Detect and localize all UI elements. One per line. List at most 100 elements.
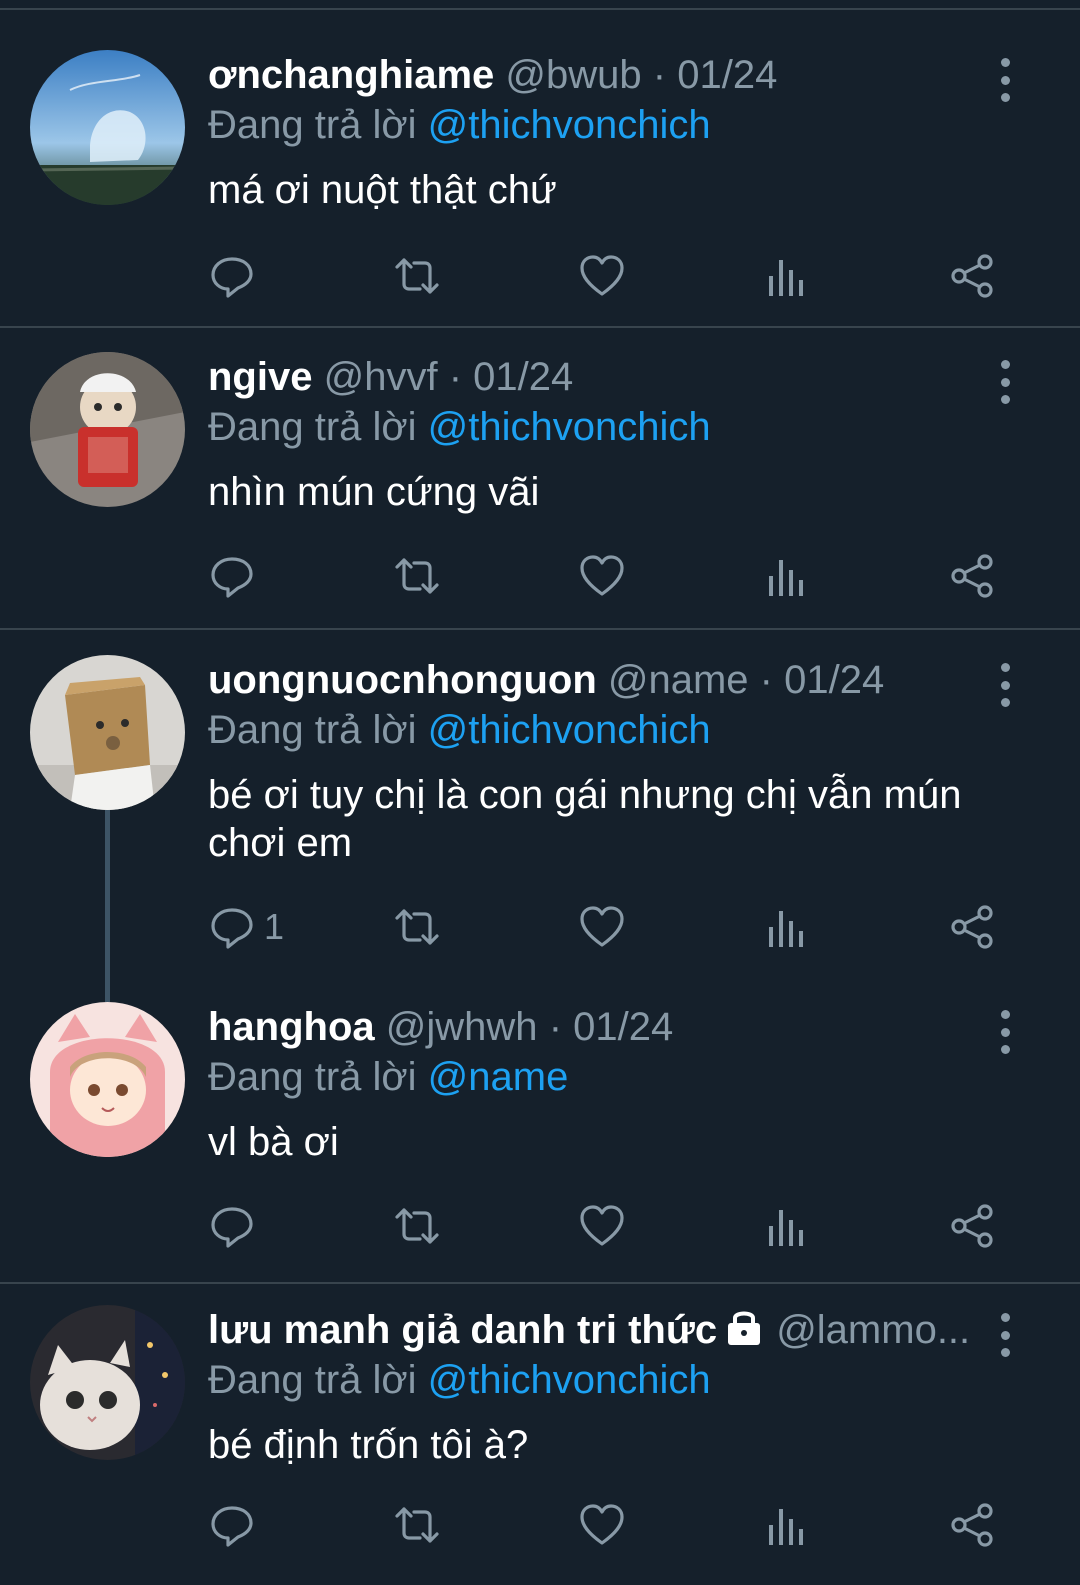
username[interactable]: @bwub <box>505 53 641 97</box>
reply-button[interactable] <box>208 1200 264 1252</box>
analytics-button[interactable] <box>763 901 811 953</box>
separator-dot: · <box>448 355 463 399</box>
share-button[interactable] <box>948 550 996 602</box>
display-name[interactable]: ngive <box>208 355 312 399</box>
share-button[interactable] <box>948 250 996 302</box>
retweet-button[interactable] <box>393 1499 441 1551</box>
reply-button[interactable] <box>208 550 264 602</box>
tweet-header: ngive @hvvf · 01/24 <box>208 352 1008 402</box>
separator-dot: · <box>548 1005 563 1049</box>
share-button[interactable] <box>948 1499 996 1551</box>
avatar[interactable] <box>30 50 185 205</box>
share-button[interactable] <box>948 1200 996 1252</box>
replying-to: Đang trả lời @thichvonchich <box>208 402 1008 452</box>
replying-to: Đang trả lời @name <box>208 1052 1008 1102</box>
share-icon <box>948 552 996 600</box>
replying-to-label: Đang trả lời <box>208 1055 417 1099</box>
display-name[interactable]: hanghoa <box>208 1005 375 1049</box>
username[interactable]: @hvvf <box>324 355 438 399</box>
heart-icon <box>578 552 626 600</box>
display-name[interactable]: uongnuocnhonguon <box>208 658 597 702</box>
tweet-text: vl bà ơi <box>208 1120 339 1164</box>
tweet-date[interactable]: 01/24 <box>677 53 777 97</box>
reply-icon <box>208 1202 256 1250</box>
avatar[interactable] <box>30 352 185 507</box>
avatar[interactable] <box>30 1002 185 1157</box>
retweet-icon <box>393 903 441 951</box>
analytics-button[interactable] <box>763 550 811 602</box>
mention-link[interactable]: @thichvonchich <box>428 708 711 752</box>
share-icon <box>948 903 996 951</box>
mention-link[interactable]: @name <box>428 1055 569 1099</box>
separator-dot: · <box>652 53 667 97</box>
retweet-icon <box>393 552 441 600</box>
retweet-icon <box>393 1202 441 1250</box>
analytics-button[interactable] <box>763 1200 811 1252</box>
replying-to-label: Đang trả lời <box>208 708 417 752</box>
tweet-date[interactable]: 01/24 <box>473 355 573 399</box>
tweet-divider <box>0 628 1080 630</box>
heart-icon <box>578 1202 626 1250</box>
analytics-icon <box>763 552 811 600</box>
reply-button[interactable] <box>208 1499 264 1551</box>
analytics-icon <box>763 1501 811 1549</box>
tweet-divider <box>0 326 1080 328</box>
separator-dot: · <box>759 658 773 702</box>
share-button[interactable] <box>948 901 996 953</box>
more-vertical-icon[interactable] <box>990 1313 1020 1357</box>
like-button[interactable] <box>578 1499 626 1551</box>
username[interactable]: @name <box>608 658 749 702</box>
mention-link[interactable]: @thichvonchich <box>428 405 711 449</box>
tweet-text: bé ơi tuy chị là con gái nhưng chị vẫn m… <box>208 773 962 865</box>
tweet-header: ơnchanghiame @bwub · 01/24 <box>208 50 1008 100</box>
more-vertical-icon[interactable] <box>990 663 1020 707</box>
share-icon <box>948 252 996 300</box>
action-bar <box>208 1499 1008 1551</box>
tweet-date[interactable]: 01/24 <box>784 658 884 702</box>
replying-to: Đang trả lời @thichvonchich <box>208 100 1008 150</box>
reply-icon <box>208 552 256 600</box>
heart-icon <box>578 903 626 951</box>
more-vertical-icon[interactable] <box>990 360 1020 404</box>
analytics-icon <box>763 1202 811 1250</box>
display-name[interactable]: lưu manh giả danh tri thức <box>208 1308 717 1352</box>
lock-icon <box>728 1311 761 1345</box>
heart-icon <box>578 252 626 300</box>
more-vertical-icon[interactable] <box>990 58 1020 102</box>
analytics-button[interactable] <box>763 1499 811 1551</box>
retweet-button[interactable] <box>393 550 441 602</box>
like-button[interactable] <box>578 901 626 953</box>
retweet-icon <box>393 252 441 300</box>
analytics-button[interactable] <box>763 250 811 302</box>
avatar[interactable] <box>30 655 185 810</box>
like-button[interactable] <box>578 1200 626 1252</box>
username[interactable]: @lammo... <box>776 1308 970 1352</box>
retweet-button[interactable] <box>393 901 441 953</box>
action-bar: 1 <box>208 901 1008 953</box>
display-name[interactable]: ơnchanghiame <box>208 53 494 97</box>
mention-link[interactable]: @thichvonchich <box>428 1358 711 1402</box>
tweet-header: hanghoa @jwhwh · 01/24 <box>208 1002 1008 1052</box>
retweet-button[interactable] <box>393 1200 441 1252</box>
tweet-date[interactable]: 01/24 <box>573 1005 673 1049</box>
tweet-text: bé định trốn tôi à? <box>208 1423 529 1467</box>
username[interactable]: @jwhwh <box>386 1005 538 1049</box>
action-bar <box>208 250 1008 302</box>
more-vertical-icon[interactable] <box>990 1010 1020 1054</box>
reply-icon <box>208 903 256 951</box>
reply-feed: ơnchanghiame @bwub · 01/24 Đang trả lời … <box>0 0 1080 1585</box>
retweet-button[interactable] <box>393 250 441 302</box>
reply-button[interactable]: 1 <box>208 901 284 953</box>
tweet-header: uongnuocnhonguon @name · 01/24 <box>208 655 1008 705</box>
action-bar <box>208 550 1008 602</box>
like-button[interactable] <box>578 250 626 302</box>
replying-to-label: Đang trả lời <box>208 103 417 147</box>
mention-link[interactable]: @thichvonchich <box>428 103 711 147</box>
avatar[interactable] <box>30 1305 185 1460</box>
like-button[interactable] <box>578 550 626 602</box>
reply-button[interactable] <box>208 250 264 302</box>
top-divider <box>0 8 1080 10</box>
share-icon <box>948 1202 996 1250</box>
tweet-text: má ơi nuột thật chứ <box>208 168 557 212</box>
reply-icon <box>208 252 256 300</box>
